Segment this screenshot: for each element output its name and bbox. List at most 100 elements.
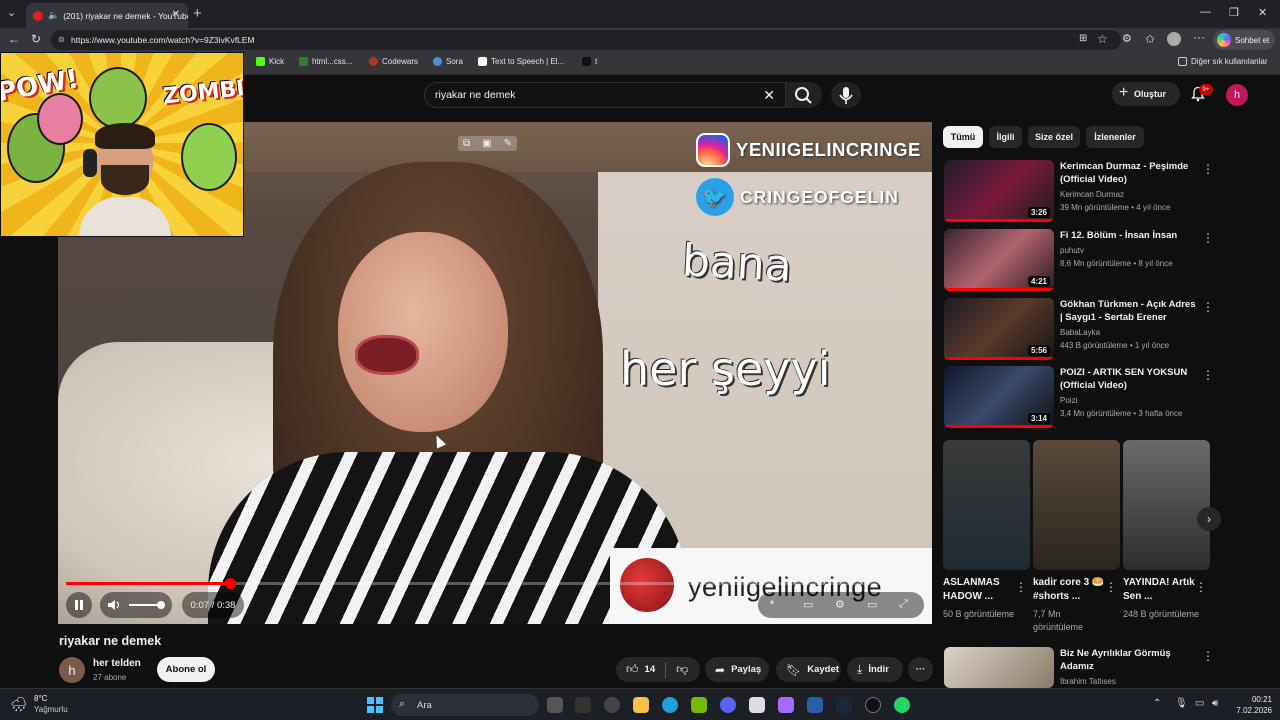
app-icon[interactable] <box>807 697 823 713</box>
more-options-icon[interactable]: ⋮ <box>1202 649 1214 663</box>
close-window-icon[interactable]: ✕ <box>1258 6 1267 19</box>
fullscreen-icon[interactable]: ⤢ <box>899 598 908 611</box>
volume-slider[interactable] <box>129 604 159 606</box>
save-button[interactable]: 🔖︎ Kaydet <box>776 657 841 682</box>
recommendation-item[interactable]: 3:14 POIZI - ARTIK SEN YOKSUN (Official … <box>944 366 1214 428</box>
nvidia-icon[interactable] <box>691 697 707 713</box>
tab-list-icon[interactable]: ⌄ <box>7 6 16 19</box>
taskbar-clock[interactable]: 00:21 7.02.2026 <box>1228 694 1272 716</box>
mini-player-icon[interactable]: ▣ <box>482 138 491 149</box>
file-explorer-icon[interactable] <box>633 697 649 713</box>
recommendation-title[interactable]: Fi 12. Bölüm - İnsan İnsan <box>1060 229 1196 242</box>
more-options-icon[interactable]: ⋮ <box>1105 580 1117 594</box>
volume-slider-handle[interactable] <box>157 601 165 609</box>
close-tab-icon[interactable]: ✕ <box>172 9 180 20</box>
obs-icon[interactable] <box>865 697 881 713</box>
more-options-icon[interactable]: ⋮ <box>1202 231 1214 245</box>
bookmark-codewars[interactable]: Codewars <box>369 57 418 66</box>
create-button[interactable]: + Oluştur <box>1112 82 1180 106</box>
chip-related[interactable]: İlgili <box>989 126 1022 148</box>
more-options-icon[interactable]: ⋮ <box>1015 580 1027 594</box>
chatgpt-icon[interactable] <box>604 697 620 713</box>
edge-icon[interactable] <box>662 697 678 713</box>
extensions-icon[interactable]: ⚙ <box>1122 32 1132 45</box>
reload-icon[interactable]: ↻ <box>31 32 41 46</box>
recommendation-channel[interactable]: BabaLayka <box>1060 326 1100 339</box>
app-available-icon[interactable]: ⊞ <box>1079 33 1087 44</box>
favorite-star-icon[interactable]: ☆ <box>1097 32 1108 46</box>
more-menu-icon[interactable]: ··· <box>1193 30 1205 44</box>
bookmark-kick[interactable]: Kick <box>256 57 284 66</box>
address-bar[interactable]: ⊜ https://www.youtube.com/watch?v=9Z3ivK… <box>51 30 1121 50</box>
recommendation-channel[interactable]: Kerimcan Durmaz <box>1060 188 1124 201</box>
like-count[interactable]: 14 <box>645 664 656 675</box>
account-avatar[interactable]: h <box>1226 84 1248 106</box>
display-tray-icon[interactable]: ▭ <box>1195 698 1204 709</box>
settings-gear-icon[interactable]: ⚙ <box>835 598 845 611</box>
bookmark-tts[interactable]: Text to Speech | El... <box>478 57 564 66</box>
chip-watched[interactable]: İzlenenler <box>1086 126 1144 148</box>
discord-icon[interactable] <box>720 697 736 713</box>
download-button[interactable]: ⤓ İndir <box>847 657 903 682</box>
video-scrubber-handle[interactable] <box>224 578 236 589</box>
dislike-icon[interactable]: 👎︎ <box>676 662 688 677</box>
more-options-icon[interactable]: ⋮ <box>1202 368 1214 382</box>
other-bookmarks[interactable]: Diğer sık kullanılanlar <box>1178 57 1267 66</box>
bookmark-tiktok[interactable]: t <box>582 57 597 66</box>
browser-tab-active[interactable]: 🔈 (201) riyakar ne demek - YouTube ✕ <box>26 3 188 28</box>
more-options-icon[interactable]: ⋮ <box>1195 580 1207 594</box>
volume-control[interactable] <box>100 592 172 618</box>
recommendation-title[interactable]: Kerimcan Durmaz - Peşimde (Official Vide… <box>1060 160 1196 186</box>
shorts-next-icon[interactable]: › <box>1197 507 1221 531</box>
recommendation-item[interactable]: 3:26 Kerimcan Durmaz - Peşimde (Official… <box>944 160 1214 222</box>
restore-icon[interactable]: ❐ <box>1229 6 1239 19</box>
steam-icon[interactable] <box>836 697 852 713</box>
pause-button[interactable] <box>66 592 92 618</box>
whatsapp-icon[interactable] <box>894 697 910 713</box>
chat-button[interactable]: Sohbet et <box>1213 30 1275 50</box>
short-thumbnail[interactable] <box>1033 440 1120 570</box>
recommendation-channel[interactable]: İbrahim Tatlıses <box>1060 675 1116 688</box>
profile-icon[interactable] <box>1167 32 1181 46</box>
recommendation-item[interactable]: Biz Ne Ayrılıklar Görmüş Adamız İbrahim … <box>944 647 1214 688</box>
video-thumbnail[interactable]: 3:14 <box>944 366 1054 428</box>
subtitles-icon[interactable]: ▭ <box>803 598 813 611</box>
short-thumbnail[interactable] <box>1123 440 1210 570</box>
app-icon[interactable] <box>749 697 765 713</box>
recommendation-title[interactable]: POIZI - ARTIK SEN YOKSUN (Official Video… <box>1060 366 1196 392</box>
short-title[interactable]: kadir core 3 🥯#shorts ... <box>1033 576 1111 604</box>
more-options-icon[interactable]: ⋮ <box>1202 162 1214 176</box>
subscribe-button[interactable]: Abone ol <box>157 657 215 682</box>
recommendation-title[interactable]: Gökhan Türkmen - Açık Adres | Saygı1 - S… <box>1060 298 1196 324</box>
clear-search-icon[interactable]: ✕ <box>763 87 775 104</box>
video-thumbnail[interactable] <box>944 647 1054 688</box>
short-title[interactable]: ASLANMAS HADOW ... <box>943 576 1021 604</box>
more-options-icon[interactable]: ⋮ <box>1202 300 1214 314</box>
search-button[interactable] <box>786 82 822 108</box>
video-thumbnail[interactable]: 5:56 <box>944 298 1054 360</box>
channel-name[interactable]: her telden <box>93 658 141 669</box>
video-progress-bar[interactable] <box>66 578 928 589</box>
task-view-icon[interactable] <box>547 697 563 713</box>
site-info-icon[interactable]: ⊜ <box>58 35 65 44</box>
more-actions-button[interactable]: ··· <box>908 657 933 682</box>
recommendation-channel[interactable]: Poizi <box>1060 394 1077 407</box>
channel-avatar[interactable]: h <box>59 657 85 683</box>
like-icon[interactable]: 👍︎ <box>626 662 639 677</box>
favorites-icon[interactable]: ✩ <box>1145 32 1155 46</box>
new-tab-icon[interactable]: + <box>193 5 202 22</box>
bookmark-html[interactable]: html...css... <box>299 57 352 66</box>
short-title[interactable]: YAYINDA! Artık Sen ... <box>1123 576 1201 604</box>
recommendation-title[interactable]: Biz Ne Ayrılıklar Görmüş Adamız <box>1060 647 1196 673</box>
tray-chevron-icon[interactable]: ⌃ <box>1153 698 1161 709</box>
video-thumbnail[interactable]: 4:21 <box>944 229 1054 291</box>
bookmark-sora[interactable]: Sora <box>433 57 463 66</box>
video-thumbnail[interactable]: 3:26 <box>944 160 1054 222</box>
windows-start-icon[interactable] <box>366 696 384 714</box>
share-button[interactable]: ➦ Paylaş <box>705 657 769 682</box>
recommendation-channel[interactable]: puhutv <box>1060 244 1084 257</box>
copilot-app-icon[interactable] <box>778 697 794 713</box>
recommendation-item[interactable]: 4:21 Fi 12. Bölüm - İnsan İnsan puhutv 8… <box>944 229 1214 291</box>
notes-icon[interactable]: ✎ <box>504 138 512 149</box>
search-input[interactable]: riyakar ne demek ✕ <box>424 82 786 108</box>
